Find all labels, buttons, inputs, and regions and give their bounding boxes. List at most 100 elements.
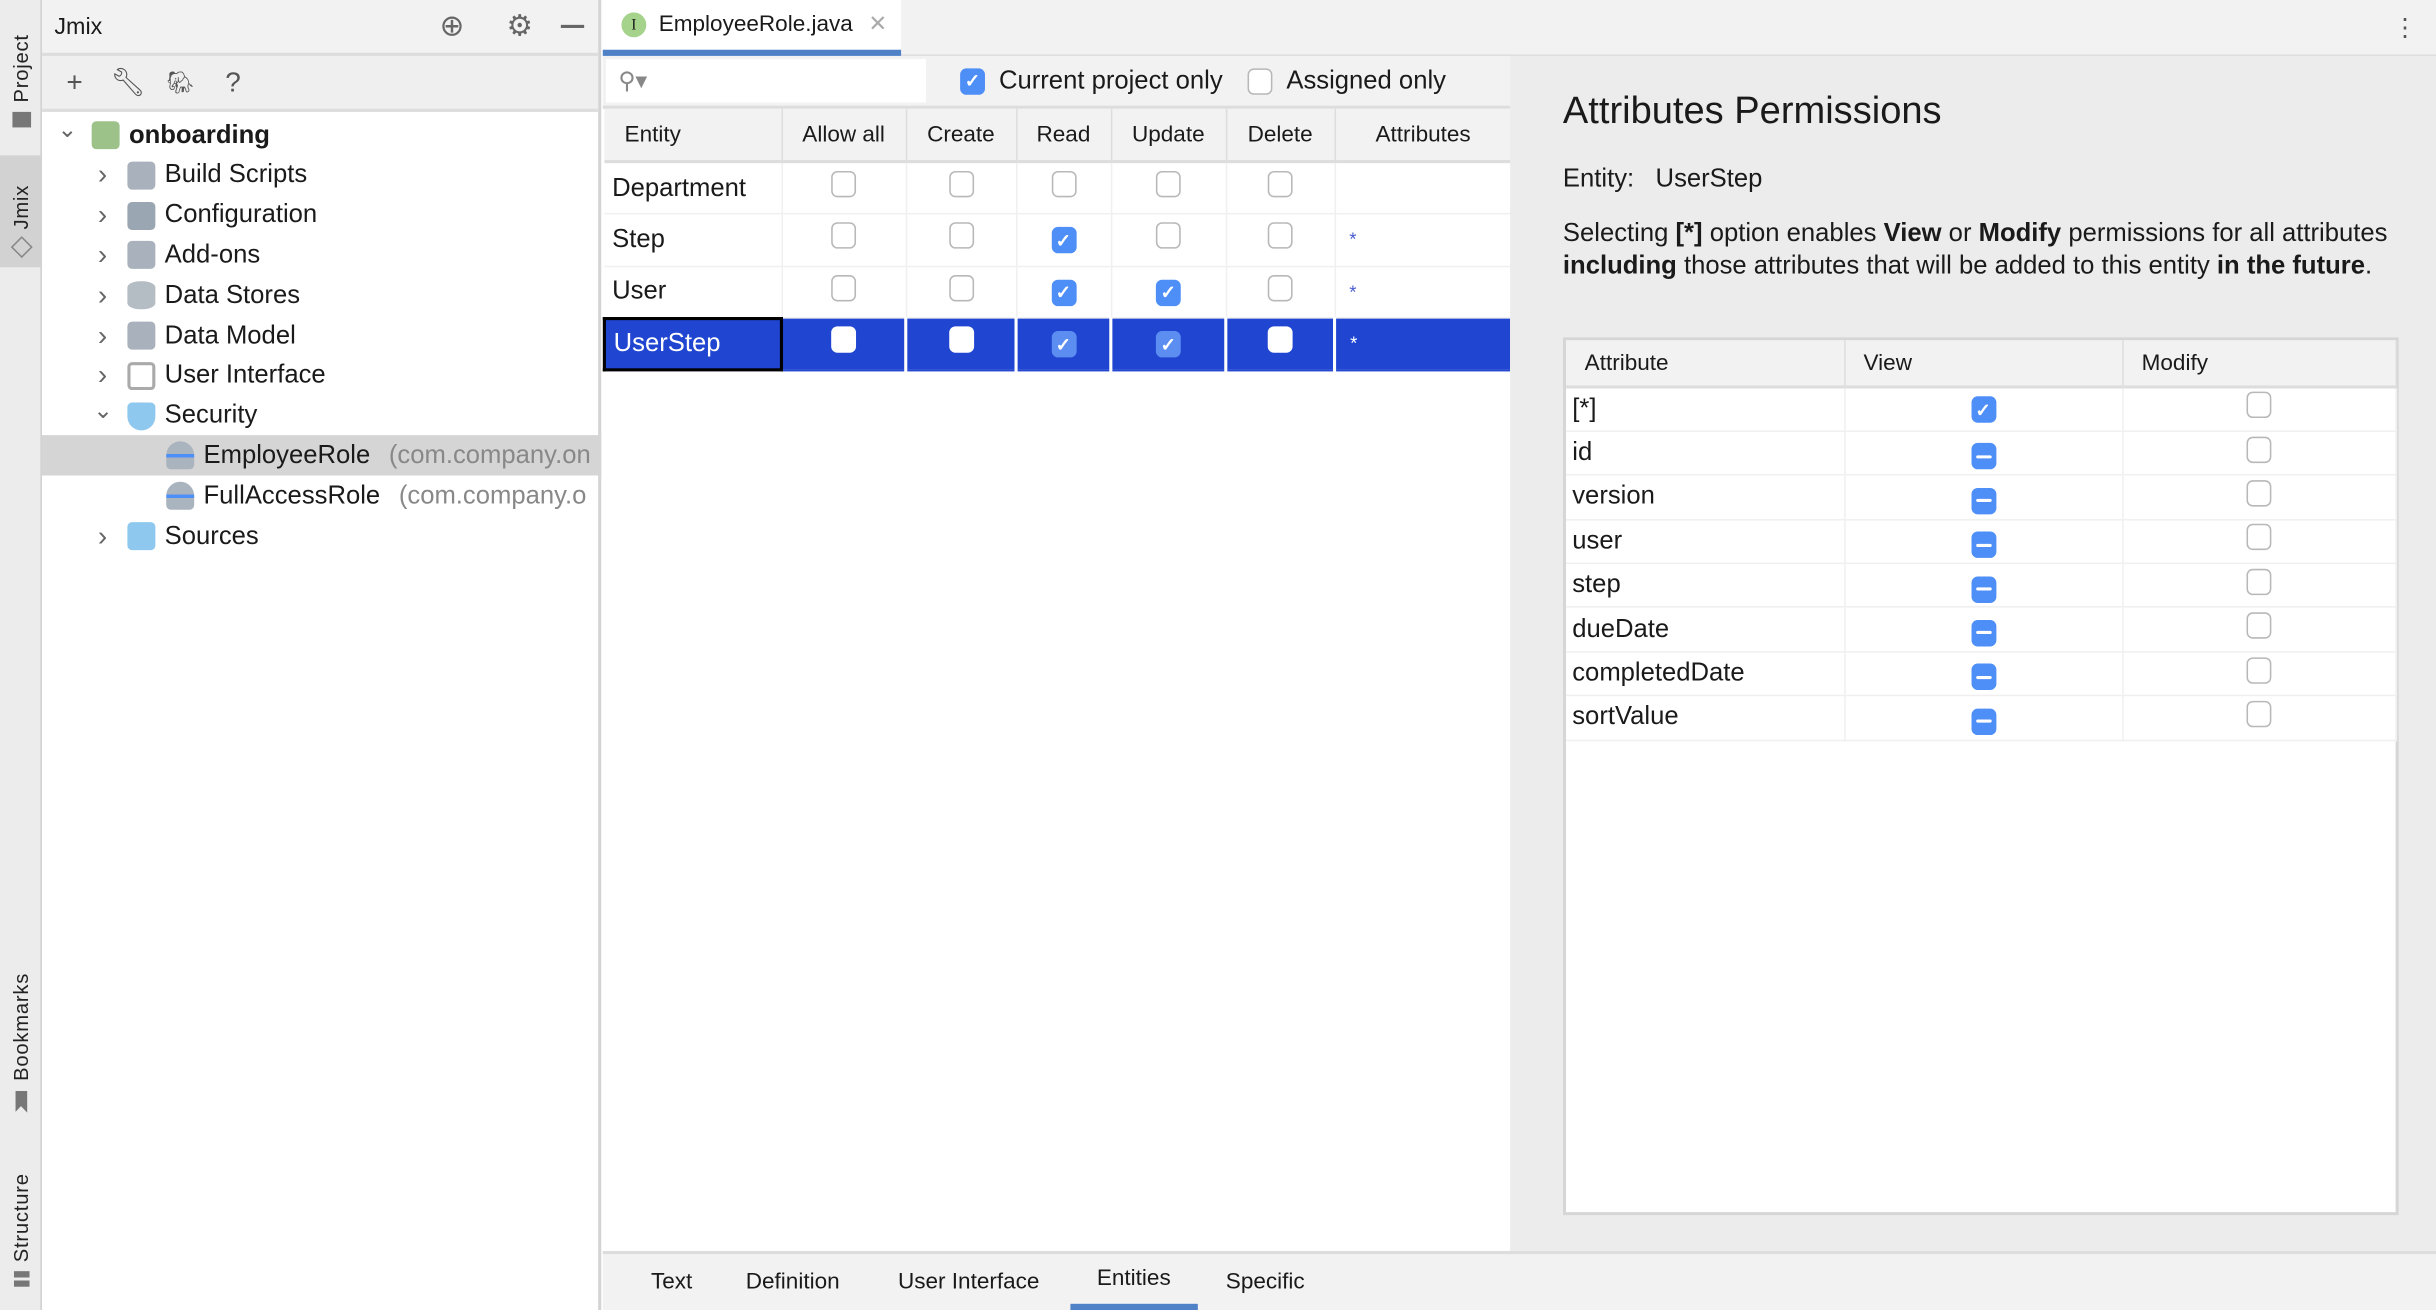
allow-all-checkbox[interactable]: [831, 274, 857, 302]
wrench-icon[interactable]: 🔧︎: [110, 66, 146, 99]
column-header[interactable]: View: [1844, 340, 2123, 389]
tree-item[interactable]: › Data Model: [42, 315, 601, 355]
attributes-cell[interactable]: *: [1334, 265, 1513, 319]
table-row[interactable]: id: [1566, 431, 2397, 476]
delete-checkbox[interactable]: [1267, 274, 1293, 302]
view-checkbox[interactable]: ✓: [1970, 396, 1996, 424]
chevron-right-icon[interactable]: ›: [93, 279, 112, 312]
column-header[interactable]: Attribute: [1566, 340, 1845, 389]
chevron-right-icon[interactable]: ›: [93, 159, 112, 192]
tab-specific[interactable]: Specific: [1199, 1254, 1331, 1310]
view-checkbox[interactable]: [1970, 443, 1996, 470]
update-checkbox[interactable]: [1155, 170, 1181, 198]
modify-checkbox[interactable]: [2246, 392, 2272, 419]
view-checkbox[interactable]: [1970, 531, 1996, 559]
allow-all-checkbox[interactable]: [831, 170, 857, 198]
modify-checkbox[interactable]: [2246, 612, 2272, 639]
chevron-right-icon[interactable]: ›: [93, 199, 112, 232]
attributes-cell[interactable]: *: [1334, 213, 1513, 267]
create-checkbox[interactable]: [948, 274, 974, 302]
add-icon[interactable]: +: [57, 66, 91, 99]
tree-item[interactable]: ⌄ Security: [42, 396, 601, 436]
chevron-right-icon[interactable]: ›: [93, 319, 112, 352]
locate-icon[interactable]: ⊕: [440, 9, 465, 45]
delete-checkbox[interactable]: [1267, 222, 1293, 250]
table-row[interactable]: completedDate: [1566, 651, 2397, 697]
more-options-icon[interactable]: ⋮: [2393, 12, 2418, 43]
entity-search-input[interactable]: ⚲▾: [605, 59, 926, 103]
table-row[interactable]: version: [1566, 475, 2397, 521]
tab-definition[interactable]: Definition: [719, 1254, 866, 1310]
modify-checkbox[interactable]: [2246, 524, 2272, 551]
current-project-only-checkbox[interactable]: ✓: [960, 67, 985, 95]
create-checkbox[interactable]: [948, 170, 974, 198]
read-checkbox[interactable]: [1051, 170, 1076, 198]
modify-checkbox[interactable]: [2246, 656, 2272, 684]
allow-all-checkbox[interactable]: [831, 326, 857, 354]
assigned-only-checkbox[interactable]: [1247, 67, 1273, 95]
tree-item[interactable]: EmployeeRole (com.company.on: [41, 435, 602, 477]
modify-checkbox[interactable]: [2246, 700, 2272, 728]
column-header[interactable]: Attributes: [1334, 108, 1513, 164]
tree-item[interactable]: › Configuration: [42, 195, 601, 235]
modify-checkbox[interactable]: [2246, 568, 2272, 595]
column-header[interactable]: Modify: [2122, 340, 2397, 389]
jmix-tool-tab[interactable]: Jmix: [0, 155, 42, 268]
table-row[interactable]: user: [1566, 519, 2397, 565]
chevron-right-icon[interactable]: ›: [93, 359, 112, 392]
read-checkbox[interactable]: ✓: [1051, 227, 1076, 254]
chevron-down-icon[interactable]: ⌄: [57, 115, 77, 143]
tree-item[interactable]: › Add-ons: [42, 235, 601, 275]
modify-checkbox[interactable]: [2246, 436, 2272, 463]
tab-text[interactable]: Text: [625, 1254, 719, 1310]
table-row[interactable]: Department: [604, 161, 1513, 215]
chevron-down-icon[interactable]: ⌄: [93, 396, 113, 423]
bookmarks-tool-tab[interactable]: Bookmarks: [0, 951, 42, 1113]
chevron-right-icon[interactable]: ›: [93, 520, 112, 553]
create-checkbox[interactable]: [948, 326, 974, 354]
column-header[interactable]: Update: [1110, 108, 1227, 164]
tab-employeerole-java[interactable]: I EmployeeRole.java ✕: [602, 0, 902, 56]
modify-checkbox[interactable]: [2246, 480, 2272, 507]
tree-item[interactable]: › Sources: [42, 516, 601, 556]
tree-item[interactable]: ⌄ onboarding: [42, 115, 601, 155]
table-row[interactable]: User ✓ ✓ *: [604, 265, 1513, 319]
view-checkbox[interactable]: [1970, 487, 1996, 514]
view-checkbox[interactable]: [1970, 575, 1996, 603]
tab-user-interface[interactable]: User Interface: [872, 1254, 1066, 1310]
column-header[interactable]: Allow all: [781, 108, 907, 164]
table-row[interactable]: UserStep ✓ ✓ *: [602, 316, 1514, 372]
delete-checkbox[interactable]: [1267, 170, 1293, 198]
attributes-cell[interactable]: *: [1334, 317, 1514, 371]
table-row[interactable]: step: [1566, 563, 2397, 609]
update-checkbox[interactable]: [1155, 222, 1181, 250]
tree-item[interactable]: › Build Scripts: [42, 155, 601, 195]
column-header[interactable]: Create: [905, 108, 1017, 164]
table-row[interactable]: sortValue: [1566, 695, 2397, 741]
minimize-icon[interactable]: [560, 24, 585, 28]
tree-item[interactable]: › User Interface: [42, 356, 601, 396]
help-icon[interactable]: ?: [216, 66, 250, 99]
attributes-cell[interactable]: [1334, 161, 1513, 215]
delete-checkbox[interactable]: [1267, 326, 1293, 354]
update-checkbox[interactable]: ✓: [1155, 331, 1181, 358]
tab-entities[interactable]: Entities: [1070, 1254, 1198, 1310]
allow-all-checkbox[interactable]: [831, 222, 857, 250]
structure-tool-tab[interactable]: Structure: [0, 1147, 42, 1287]
chevron-right-icon[interactable]: ›: [93, 239, 112, 272]
column-header[interactable]: Read: [1016, 108, 1112, 164]
read-checkbox[interactable]: ✓: [1051, 331, 1076, 358]
gradle-icon[interactable]: 🐘︎: [163, 69, 197, 95]
create-checkbox[interactable]: [948, 222, 974, 250]
tree-item[interactable]: › Data Stores: [42, 275, 601, 315]
close-icon[interactable]: ✕: [868, 12, 887, 37]
gear-icon[interactable]: ⚙: [506, 9, 532, 45]
table-row[interactable]: [*] ✓: [1566, 386, 2397, 432]
tree-item[interactable]: FullAccessRole (com.company.o: [42, 476, 601, 516]
read-checkbox[interactable]: ✓: [1051, 279, 1076, 306]
view-checkbox[interactable]: [1970, 663, 1996, 691]
table-row[interactable]: Step ✓ *: [604, 213, 1513, 267]
column-header[interactable]: Delete: [1225, 108, 1336, 164]
view-checkbox[interactable]: [1970, 619, 1996, 647]
table-row[interactable]: dueDate: [1566, 607, 2397, 653]
